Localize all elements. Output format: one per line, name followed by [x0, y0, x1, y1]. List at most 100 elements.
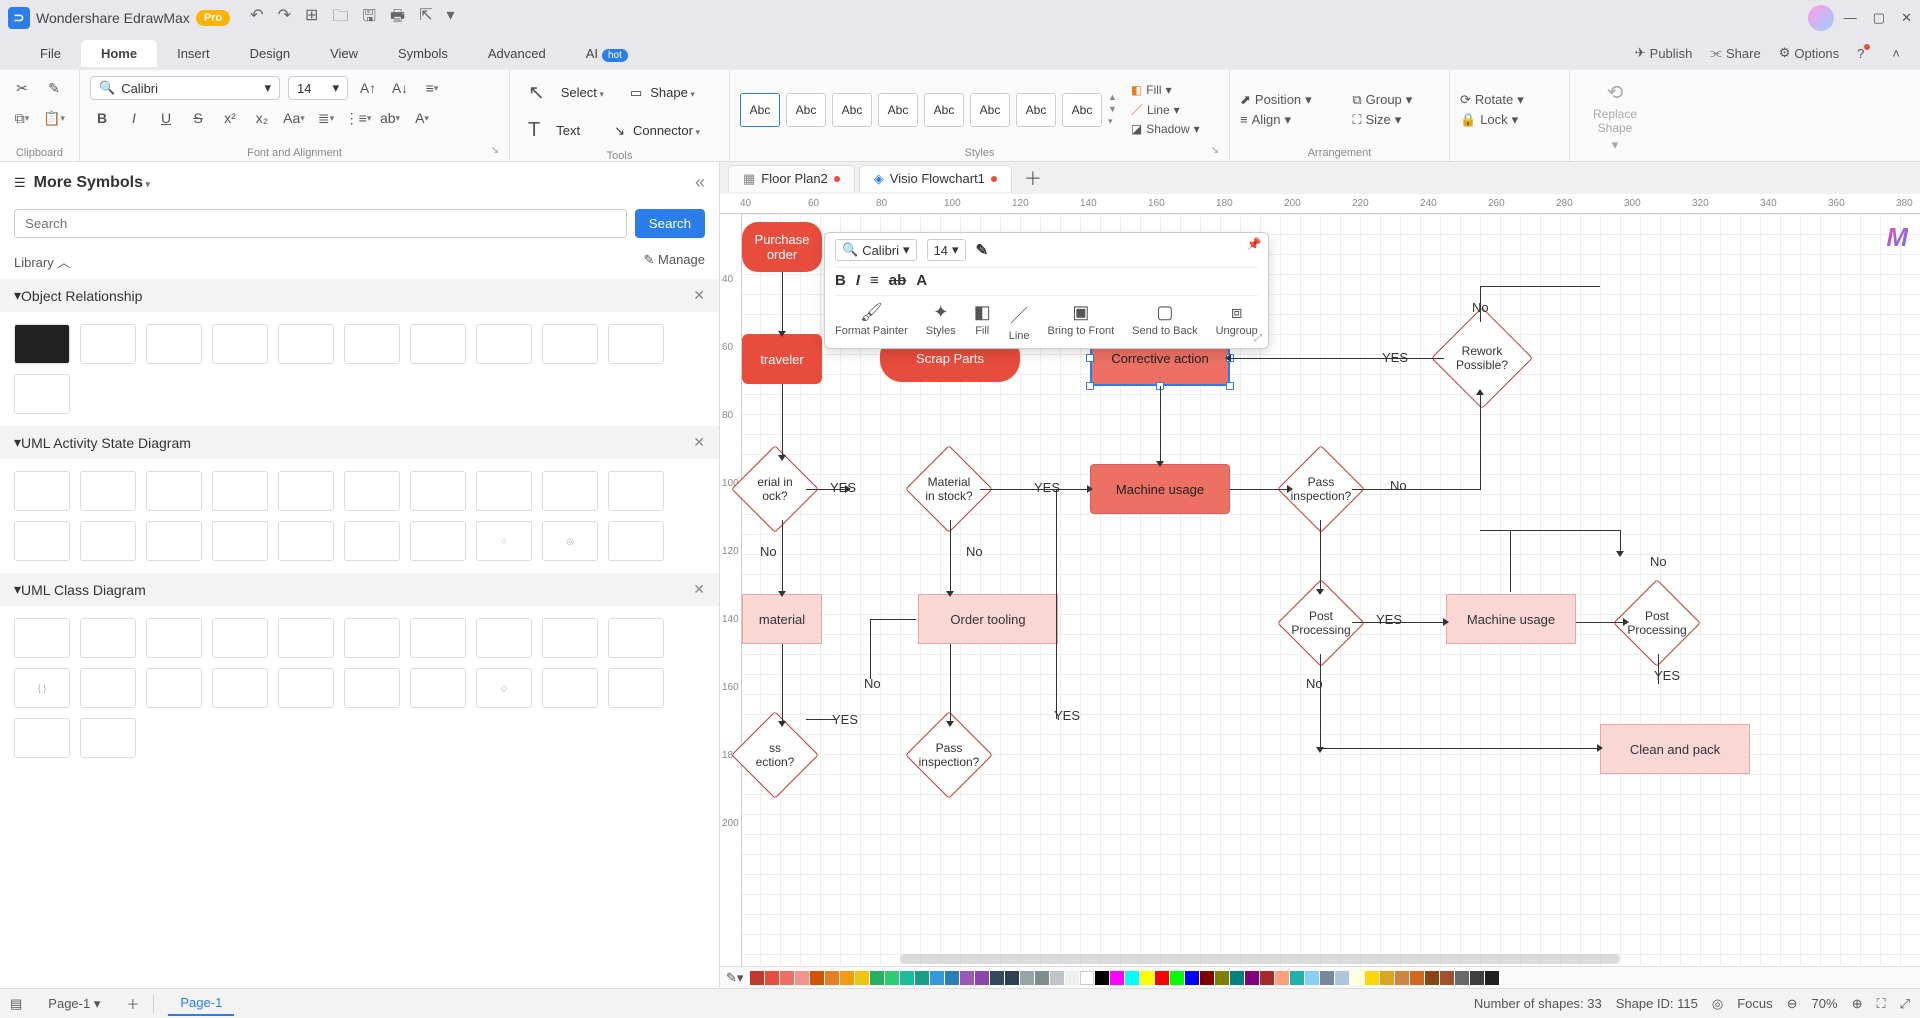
color-swatch[interactable] [1305, 971, 1319, 985]
category-object-relationship[interactable]: ▾ Object Relationship✕ [0, 279, 719, 312]
connector[interactable] [1230, 489, 1288, 490]
subscript-icon[interactable]: x₂ [250, 106, 274, 130]
shape-stencil[interactable]: ◇ [476, 668, 532, 708]
float-format-painter[interactable]: 🖌Format Painter [835, 302, 908, 337]
color-swatch[interactable] [930, 971, 944, 985]
shape-stencil[interactable] [80, 324, 136, 364]
strikethrough-icon[interactable]: S [186, 106, 210, 130]
connector[interactable] [782, 520, 783, 592]
color-swatch[interactable] [825, 971, 839, 985]
float-fontcolor-icon[interactable]: A [916, 272, 927, 289]
color-swatch[interactable] [1080, 971, 1094, 985]
new-icon[interactable]: ⊞ [305, 5, 318, 32]
position-button[interactable]: ⬈Position▾ [1240, 92, 1338, 108]
shape-stencil[interactable] [278, 471, 334, 511]
tab-insert[interactable]: Insert [157, 40, 230, 67]
float-font-size[interactable]: 14▾ [927, 239, 966, 261]
shape-stencil[interactable] [344, 618, 400, 658]
font-size-select[interactable]: 14▾ [288, 76, 348, 100]
float-align-icon[interactable]: ≡ [870, 272, 879, 289]
connector-tool[interactable]: Connector [633, 123, 700, 138]
page-tab-1[interactable]: Page-1 [168, 991, 234, 1016]
shape-stencil[interactable] [542, 471, 598, 511]
color-swatch[interactable] [1125, 971, 1139, 985]
tab-view[interactable]: View [310, 40, 378, 67]
more-symbols-dropdown[interactable]: More Symbols [34, 174, 150, 192]
node-pass-inspection[interactable]: Pass inspection? [1290, 458, 1352, 520]
style-preset[interactable]: Abc [878, 93, 918, 127]
color-swatch[interactable] [1170, 971, 1184, 985]
gallery-more-icon[interactable]: ▾ [1108, 116, 1117, 127]
fullscreen-icon[interactable]: ⤢ [1900, 996, 1910, 1012]
color-swatch[interactable] [750, 971, 764, 985]
tab-file[interactable]: File [20, 40, 81, 67]
shape-stencil[interactable] [212, 668, 268, 708]
shape-stencil[interactable] [608, 324, 664, 364]
selection-handle[interactable] [1226, 382, 1234, 390]
float-send-back[interactable]: ▢Send to Back [1132, 302, 1197, 337]
shape-stencil[interactable] [14, 374, 70, 414]
close-icon[interactable]: ✕ [1901, 10, 1912, 26]
tab-design[interactable]: Design [230, 40, 310, 67]
font-color-icon[interactable]: A [410, 106, 434, 130]
shape-tool[interactable]: Shape [650, 85, 695, 100]
shape-stencil[interactable] [410, 618, 466, 658]
color-swatch[interactable] [1395, 971, 1409, 985]
color-swatch[interactable] [810, 971, 824, 985]
print-icon[interactable]: 🖶 [390, 5, 405, 32]
shape-stencil[interactable] [80, 618, 136, 658]
node-purchase-order[interactable]: Purchase order [742, 222, 822, 272]
shape-stencil[interactable] [212, 324, 268, 364]
gallery-up-icon[interactable]: ▲ [1108, 92, 1117, 102]
color-swatch[interactable] [945, 971, 959, 985]
page-layout-icon[interactable]: ▤ [10, 996, 22, 1012]
selection-handle[interactable] [1086, 354, 1094, 362]
symbols-menu-icon[interactable]: ☰ [14, 175, 26, 191]
pin-icon[interactable]: 📌 [1247, 237, 1262, 251]
canvas-scrollbar[interactable] [900, 954, 1620, 964]
undo-icon[interactable]: ↶ [250, 5, 263, 32]
maximize-icon[interactable]: ▢ [1873, 10, 1885, 26]
color-swatch[interactable] [1410, 971, 1424, 985]
color-swatch[interactable] [1470, 971, 1484, 985]
share-button[interactable]: ⫘Share [1710, 45, 1760, 61]
connector[interactable] [1230, 358, 1444, 359]
close-category-icon[interactable]: ✕ [693, 287, 705, 304]
float-ungroup[interactable]: ⧈Ungroup [1216, 302, 1258, 337]
color-swatch[interactable] [795, 971, 809, 985]
color-swatch[interactable] [855, 971, 869, 985]
increase-font-icon[interactable]: A↑ [356, 76, 380, 100]
lock-button[interactable]: 🔒Lock▾ [1460, 112, 1559, 128]
shape-stencil[interactable]: { } [14, 668, 70, 708]
color-swatch[interactable] [1155, 971, 1169, 985]
category-uml-class[interactable]: ▾ UML Class Diagram✕ [0, 573, 719, 606]
user-avatar[interactable] [1808, 5, 1834, 31]
connector[interactable] [1320, 748, 1598, 749]
color-swatch[interactable] [1320, 971, 1334, 985]
select-tool[interactable]: ↖ [520, 76, 553, 109]
shape-stencil[interactable] [410, 324, 466, 364]
shape-stencil[interactable] [542, 668, 598, 708]
connector[interactable] [950, 644, 951, 722]
color-swatch[interactable] [975, 971, 989, 985]
line-button[interactable]: ／Line ▾ [1131, 101, 1200, 118]
color-swatch[interactable] [765, 971, 779, 985]
style-preset[interactable]: Abc [970, 93, 1010, 127]
connector[interactable] [870, 619, 916, 620]
shape-stencil[interactable] [542, 618, 598, 658]
close-category-icon[interactable]: ✕ [693, 434, 705, 451]
manage-button[interactable]: ✎ Manage [644, 252, 706, 271]
style-preset[interactable]: Abc [786, 93, 826, 127]
color-swatch[interactable] [900, 971, 914, 985]
close-category-icon[interactable]: ✕ [693, 581, 705, 598]
text-direction-icon[interactable]: ab [378, 106, 402, 130]
connector[interactable] [782, 384, 783, 456]
tab-advanced[interactable]: Advanced [468, 40, 566, 67]
library-toggle[interactable]: Library ︿ [14, 252, 70, 271]
shape-stencil[interactable] [344, 324, 400, 364]
shape-stencil[interactable] [344, 668, 400, 708]
page-selector[interactable]: Page-1 ▾ [36, 992, 112, 1016]
node-material-stock[interactable]: Material in stock? [918, 458, 980, 520]
zoom-out-icon[interactable]: ⊖ [1787, 996, 1798, 1012]
shape-stencil[interactable] [608, 471, 664, 511]
